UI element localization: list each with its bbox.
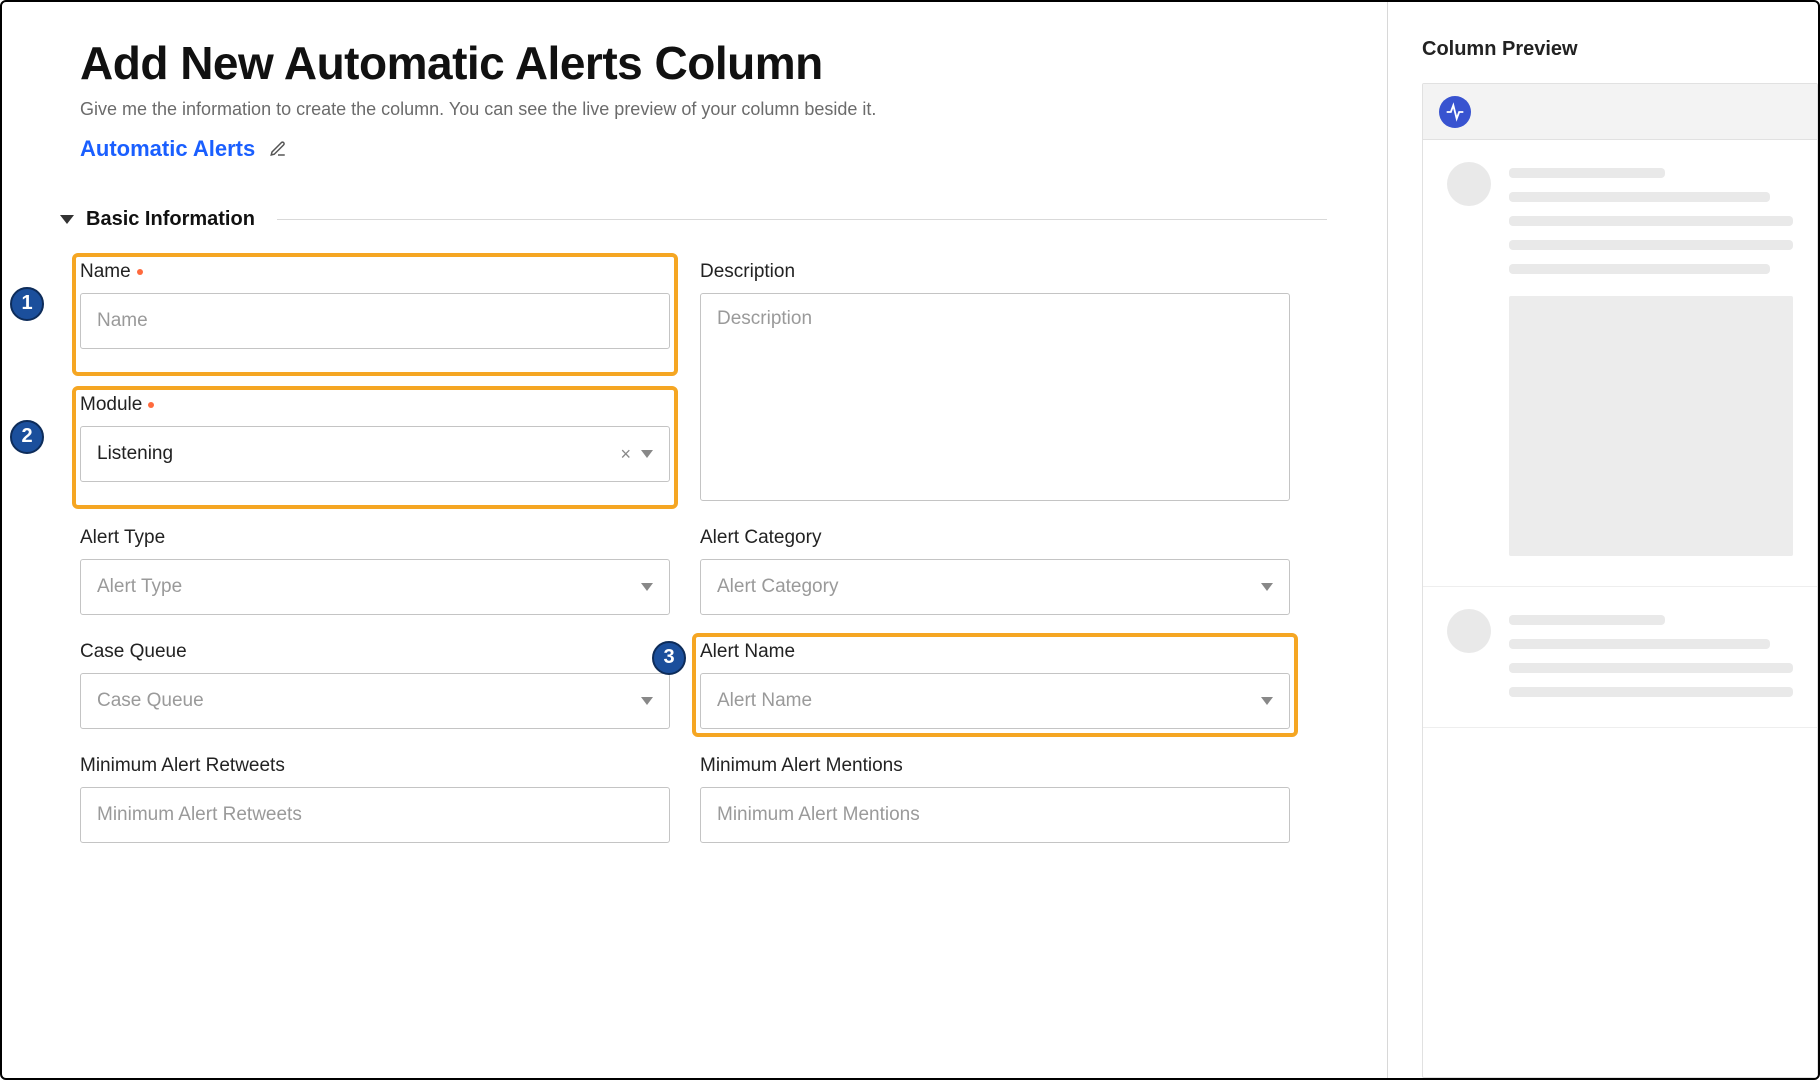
alert-name-select[interactable]: Alert Name xyxy=(700,673,1290,729)
skeleton-line xyxy=(1509,639,1770,649)
chevron-down-icon xyxy=(60,215,74,224)
section-divider xyxy=(277,219,1327,220)
chevron-down-icon xyxy=(641,583,653,591)
skeleton-line xyxy=(1509,240,1793,250)
main-panel: Add New Automatic Alerts Column Give me … xyxy=(2,2,1388,1078)
skeleton-line xyxy=(1509,264,1770,274)
field-min-mentions: Minimum Alert Mentions xyxy=(700,755,1290,843)
skeleton-line xyxy=(1509,687,1793,697)
alert-type-placeholder: Alert Type xyxy=(97,576,182,598)
edit-icon[interactable] xyxy=(269,140,287,158)
alert-name-placeholder: Alert Name xyxy=(717,690,812,712)
alert-name-label: Alert Name xyxy=(700,641,1290,663)
module-select[interactable]: Listening × xyxy=(80,426,670,482)
breadcrumb-row: Automatic Alerts xyxy=(80,136,1327,162)
field-description: Description xyxy=(700,261,1290,501)
section-title: Basic Information xyxy=(86,208,255,231)
field-alert-name: 3 Alert Name Alert Name xyxy=(694,635,1296,735)
preview-title: Column Preview xyxy=(1422,38,1818,61)
step-badge-1: 1 xyxy=(10,287,44,321)
field-min-retweets: Minimum Alert Retweets xyxy=(80,755,670,843)
breadcrumb-link[interactable]: Automatic Alerts xyxy=(80,136,255,162)
field-module: 2 Module Listening × xyxy=(74,388,676,507)
form-grid: 1 Name Description 2 Module Listening × xyxy=(80,261,1327,869)
chevron-down-icon xyxy=(641,697,653,705)
description-input[interactable] xyxy=(700,293,1290,501)
module-label: Module xyxy=(80,394,670,416)
name-input[interactable] xyxy=(80,293,670,349)
field-alert-category: Alert Category Alert Category xyxy=(700,527,1290,615)
alert-category-select[interactable]: Alert Category xyxy=(700,559,1290,615)
skeleton-line xyxy=(1509,663,1793,673)
required-dot-icon xyxy=(148,402,154,408)
section-header[interactable]: Basic Information xyxy=(80,208,1327,231)
page-root: Add New Automatic Alerts Column Give me … xyxy=(0,0,1820,1080)
clear-icon[interactable]: × xyxy=(620,445,631,463)
skeleton-avatar xyxy=(1447,609,1491,653)
preview-header xyxy=(1423,84,1817,140)
chevron-down-icon xyxy=(641,450,653,458)
page-subtitle: Give me the information to create the co… xyxy=(80,99,1327,120)
alert-type-select[interactable]: Alert Type xyxy=(80,559,670,615)
description-label: Description xyxy=(700,261,1290,283)
chevron-down-icon xyxy=(1261,697,1273,705)
field-name: 1 Name xyxy=(74,255,676,374)
case-queue-label: Case Queue xyxy=(80,641,670,663)
alert-type-label: Alert Type xyxy=(80,527,670,549)
alert-category-label: Alert Category xyxy=(700,527,1290,549)
case-queue-select[interactable]: Case Queue xyxy=(80,673,670,729)
step-badge-3: 3 xyxy=(652,641,686,675)
case-queue-placeholder: Case Queue xyxy=(97,690,204,712)
required-dot-icon xyxy=(137,269,143,275)
min-mentions-input[interactable] xyxy=(700,787,1290,843)
min-retweets-input[interactable] xyxy=(80,787,670,843)
skeleton-avatar xyxy=(1447,162,1491,206)
skeleton-line xyxy=(1509,168,1665,178)
skeleton-line xyxy=(1509,615,1665,625)
preview-card xyxy=(1422,83,1818,1078)
alert-category-placeholder: Alert Category xyxy=(717,576,838,598)
skeleton-line xyxy=(1509,192,1770,202)
min-mentions-label: Minimum Alert Mentions xyxy=(700,755,1290,777)
skeleton-line xyxy=(1509,216,1793,226)
alert-activity-icon xyxy=(1439,96,1471,128)
preview-panel: Column Preview xyxy=(1388,2,1818,1078)
preview-skeleton-item xyxy=(1423,140,1817,587)
preview-skeleton-item xyxy=(1423,587,1817,728)
field-alert-type: Alert Type Alert Type xyxy=(80,527,670,615)
module-value: Listening xyxy=(97,443,173,465)
page-title: Add New Automatic Alerts Column xyxy=(80,38,1327,89)
step-badge-2: 2 xyxy=(10,420,44,454)
chevron-down-icon xyxy=(1261,583,1273,591)
name-label: Name xyxy=(80,261,670,283)
min-retweets-label: Minimum Alert Retweets xyxy=(80,755,670,777)
field-case-queue: Case Queue Case Queue xyxy=(80,641,670,729)
skeleton-image-placeholder xyxy=(1509,296,1793,556)
